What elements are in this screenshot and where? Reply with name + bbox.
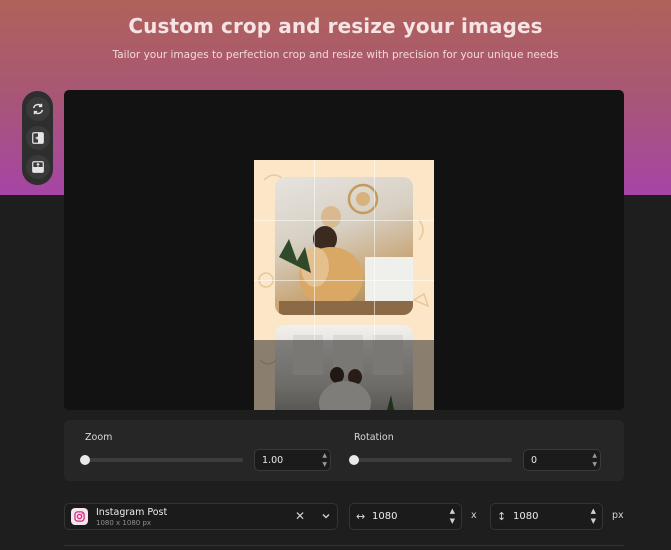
rotation-slider-handle[interactable] [349, 455, 359, 465]
width-arrows-icon: ↔ [356, 510, 366, 523]
chevron-down-icon[interactable] [320, 510, 332, 522]
crop-grid-line [254, 280, 434, 281]
zoom-decrement-icon[interactable]: ▼ [322, 461, 327, 468]
dimension-separator: x [471, 510, 477, 521]
zoom-input[interactable]: 1.00 ▲ ▼ [254, 449, 331, 471]
zoom-increment-icon[interactable]: ▲ [322, 452, 327, 459]
preset-name: Instagram Post [96, 507, 168, 518]
width-increment-icon[interactable]: ▲ [450, 507, 455, 515]
zoom-label: Zoom [85, 432, 113, 443]
height-input[interactable]: ↕ 1080 ▲ ▼ [490, 503, 603, 530]
flip-vertical-button[interactable] [25, 154, 50, 179]
rotation-increment-icon[interactable]: ▲ [592, 452, 597, 459]
height-decrement-icon[interactable]: ▼ [591, 517, 596, 525]
crop-grid-line [374, 160, 375, 340]
crop-canvas[interactable] [64, 90, 624, 410]
clear-preset-icon[interactable]: ✕ [295, 509, 305, 523]
width-value: 1080 [372, 511, 398, 522]
unit-label: px [612, 510, 624, 521]
transform-toolbar [22, 91, 53, 185]
divider [64, 545, 624, 546]
photo-family-sofa [275, 177, 413, 315]
instagram-icon [71, 508, 88, 525]
rotation-slider[interactable] [349, 458, 512, 462]
rotation-decrement-icon[interactable]: ▼ [592, 461, 597, 468]
zoom-slider[interactable] [80, 458, 243, 462]
rotate-icon [32, 104, 43, 115]
flip-horizontal-icon [31, 132, 44, 144]
page-subtitle: Tailor your images to perfection crop an… [112, 49, 559, 61]
crop-grid-line [314, 160, 315, 340]
crop-outside-shade [254, 340, 434, 410]
height-arrows-icon: ↕ [497, 510, 507, 523]
zoom-value: 1.00 [262, 455, 284, 466]
preset-size: 1080 x 1080 px [96, 519, 152, 527]
width-input[interactable]: ↔ 1080 ▲ ▼ [349, 503, 462, 530]
height-value: 1080 [513, 511, 539, 522]
crop-grid-line [254, 220, 434, 221]
rotation-label: Rotation [354, 432, 394, 443]
rotation-input[interactable]: 0 ▲ ▼ [523, 449, 601, 471]
flip-vertical-icon [31, 160, 44, 173]
adjust-panel: Zoom 1.00 ▲ ▼ Rotation 0 ▲ ▼ [64, 420, 624, 481]
zoom-slider-handle[interactable] [80, 455, 90, 465]
rotate-button[interactable] [25, 97, 50, 122]
photo-content [279, 183, 413, 315]
rotation-value: 0 [531, 455, 538, 466]
height-increment-icon[interactable]: ▲ [591, 507, 596, 515]
page-title: Custom crop and resize your images [128, 14, 543, 38]
width-decrement-icon[interactable]: ▼ [450, 517, 455, 525]
preset-select[interactable]: Instagram Post 1080 x 1080 px ✕ [64, 503, 338, 530]
image-preview[interactable] [254, 160, 434, 410]
flip-horizontal-button[interactable] [25, 125, 50, 150]
